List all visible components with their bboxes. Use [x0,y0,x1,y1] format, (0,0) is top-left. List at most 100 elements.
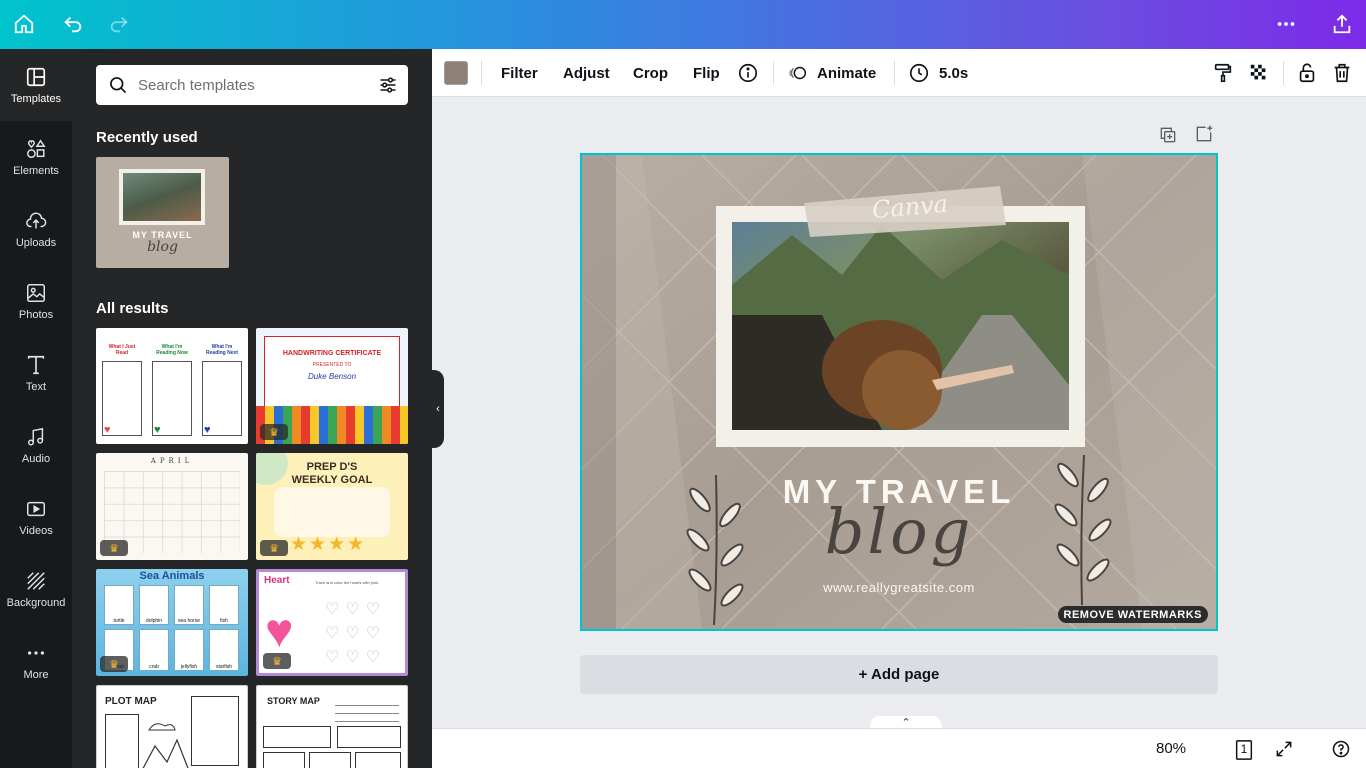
templates-panel: Recently used MY TRAVEL blog All results… [72,49,432,768]
template-reading-chart[interactable]: What I Just Read What I'm Reading Now Wh… [96,328,248,444]
premium-crown-badge: ♛ [100,656,128,672]
lock-button[interactable] [1296,49,1318,97]
divider [1283,61,1284,85]
text-icon [27,355,45,374]
story-box [309,752,351,768]
goal-box [274,487,390,537]
info-button[interactable] [737,49,759,97]
design-canvas[interactable]: Canva MY TRAVEL blog www.reallygreatsite… [580,153,1218,631]
fullscreen-button[interactable] [1274,739,1294,764]
duration-label: 5.0s [939,64,969,82]
video-icon [27,501,45,516]
page-count-button[interactable]: 1 [1233,739,1253,760]
template-story-map[interactable]: STORY MAP [256,685,408,768]
help-button[interactable] [1331,739,1351,764]
elements-icon [27,138,46,158]
add-page-button[interactable]: + Add page [580,655,1218,694]
transparency-button[interactable] [1248,49,1270,97]
photo-frame [119,169,205,225]
template-april-calendar[interactable]: APRIL ♛ [96,453,248,560]
unlock-icon [1299,63,1315,83]
more-options-button[interactable] [1271,9,1301,39]
filter-button[interactable]: Filter [501,49,538,97]
template-heart-worksheet[interactable]: Heart Trace and color the hearts with pi… [256,569,408,676]
template-handwriting-certificate[interactable]: HANDWRITING CERTIFICATE PRESENTED TO Duk… [256,328,408,444]
premium-crown-badge: ♛ [260,424,288,440]
premium-crown-badge: ♛ [260,540,288,556]
decor-circle [256,453,288,485]
heart-outline-grid: ♡♡♡ ♡♡♡ ♡♡♡ [325,601,387,666]
add-page-icon-button[interactable] [1194,124,1214,149]
rail-item-uploads[interactable]: Uploads [0,193,72,265]
template-weekly-goal[interactable]: PREP D'S WEEKLY GOAL ★★★★ ♛ [256,453,408,560]
heart-icon: ♥ [204,424,211,436]
rail-label: More [23,668,49,681]
story-lines [335,698,399,724]
copy-style-button[interactable] [1212,49,1234,97]
certificate-subtitle: PRESENTED TO [312,362,352,368]
story-box [263,726,331,748]
zoom-level[interactable]: 80% [1156,740,1186,757]
rail-item-more[interactable]: More [0,625,72,697]
recently-used-heading: Recently used [96,129,198,146]
mountain-illustration [142,723,189,768]
rail-item-background[interactable]: Background [0,553,72,625]
divider [481,61,482,85]
left-rail: Templates Elements Uploads Photos Text A… [0,49,72,768]
color-swatch[interactable] [444,61,468,85]
collapse-panel-button[interactable]: ‹ [432,370,444,448]
rail-item-text[interactable]: Text [0,337,72,409]
duration-button[interactable]: 5.0s [908,49,968,97]
info-icon [738,63,758,83]
duplicate-page-button[interactable] [1158,125,1178,150]
premium-crown-badge: ♛ [100,540,128,556]
animate-button[interactable]: Animate [787,49,876,97]
template-plot-map[interactable]: PLOT MAP [96,685,248,768]
certificate-title: HANDWRITING CERTIFICATE [282,350,382,357]
flip-button[interactable]: Flip [693,49,720,97]
rail-item-elements[interactable]: Elements [0,121,72,193]
filter-sliders-icon[interactable] [378,75,398,95]
transparency-icon [1250,64,1266,80]
crop-button[interactable]: Crop [633,49,668,97]
home-button[interactable] [9,9,39,39]
adjust-button[interactable]: Adjust [563,49,610,97]
template-sea-animals[interactable]: Sea Animals turtle dolphin sea horse fis… [96,569,248,676]
undo-button[interactable] [58,9,88,39]
image-icon [27,283,45,302]
rail-item-templates[interactable]: Templates [0,49,72,121]
story-box [355,752,401,768]
rail-label: Photos [18,308,54,321]
redo-button[interactable] [104,9,134,39]
more-icon [27,650,45,655]
recent-template-travel-blog[interactable]: MY TRAVEL blog [96,157,229,268]
page-count: 1 [1240,742,1248,756]
sea-animals-title: Sea Animals [139,570,205,582]
search-icon [110,77,127,94]
top-bar [0,0,1366,49]
plot-box [105,714,139,768]
all-results-heading: All results [96,300,169,317]
upload-cloud-icon [26,211,47,228]
duplicate-icon [1160,127,1176,143]
redo-icon [110,16,128,33]
rail-item-photos[interactable]: Photos [0,265,72,337]
reading-col-header: What I Just Read [108,344,136,356]
plot-map-title: PLOT MAP [105,696,157,707]
stars-row: ★★★★ [290,534,367,555]
delete-button[interactable] [1331,49,1353,97]
remove-watermarks-button[interactable]: REMOVE WATERMARKS [1057,606,1208,623]
search-box [96,65,408,105]
reading-col-header: What I'm Reading Now [156,344,188,356]
plot-box [191,696,239,766]
heart-title: Heart [264,575,290,586]
expand-icon [1276,741,1292,757]
smiling-heart-icon: ♥ [265,605,294,658]
rail-label: Uploads [15,236,57,249]
animal-card: dolphin [139,585,169,625]
rail-item-audio[interactable]: Audio [0,409,72,481]
share-button[interactable] [1327,9,1357,39]
search-input[interactable] [138,65,358,105]
rail-item-videos[interactable]: Videos [0,481,72,553]
animal-card: starfish [209,629,239,671]
